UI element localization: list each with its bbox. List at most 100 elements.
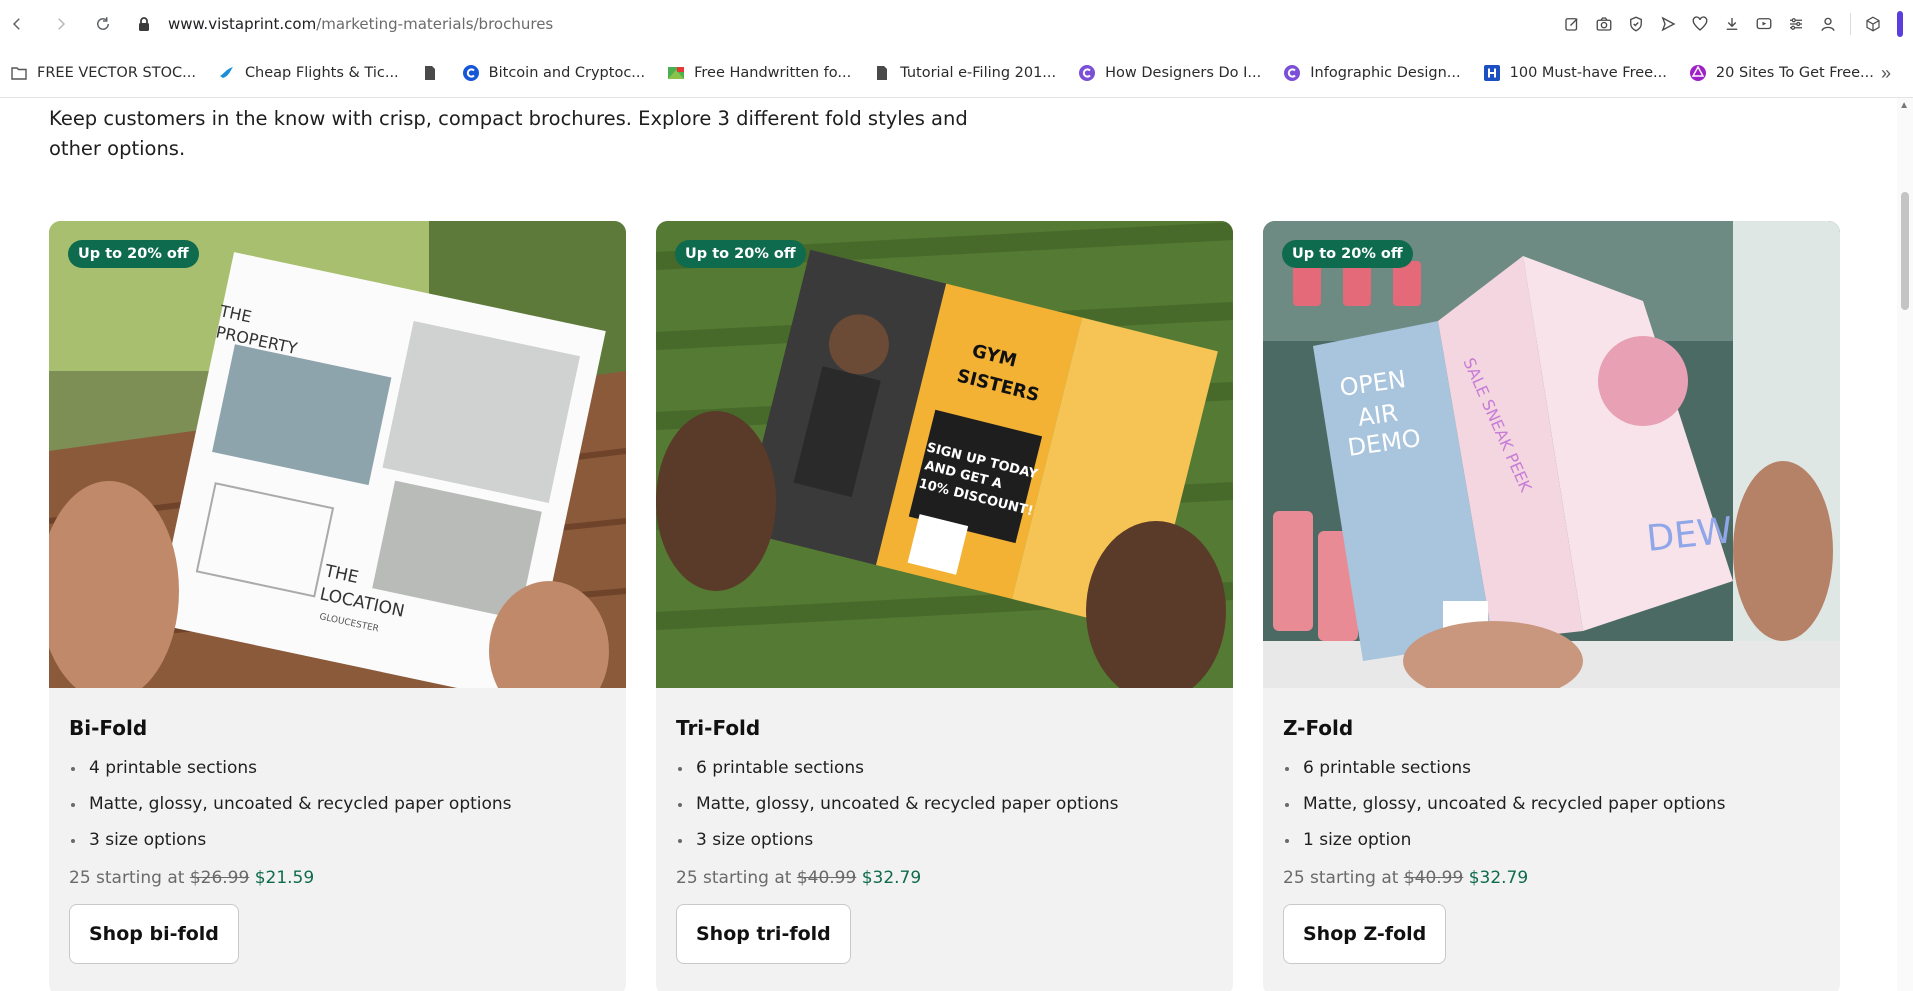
- original-price: $40.99: [796, 868, 857, 888]
- bookmark-label: Infographic Design...: [1310, 64, 1461, 81]
- discount-badge: Up to 20% off: [675, 240, 806, 268]
- url-host: www.vistaprint.com: [168, 15, 317, 33]
- feature-item: 3 size options: [676, 822, 1213, 858]
- bookmark-item[interactable]: Infographic Design...: [1283, 64, 1461, 82]
- product-card-trifold[interactable]: GYM SISTERS SIGN UP TODAY AND GET A 10% …: [656, 221, 1233, 991]
- send-icon[interactable]: [1652, 8, 1684, 40]
- bookmark-label: How Designers Do I...: [1105, 64, 1262, 81]
- bookmark-label: Bitcoin and Cryptoc...: [488, 64, 646, 81]
- toolbar-divider: [1850, 13, 1851, 35]
- scrollbar-thumb[interactable]: [1901, 192, 1909, 310]
- h-square-icon: [1483, 64, 1501, 82]
- bookmark-label: 100 Must-have Free...: [1509, 64, 1667, 81]
- original-price: $40.99: [1403, 868, 1464, 888]
- heart-icon[interactable]: [1684, 8, 1716, 40]
- product-card-bifold[interactable]: THE PROPERTY THE LOCATION GLOUCESTER Up …: [49, 221, 626, 991]
- product-image[interactable]: OPEN AIR DEMO SALE SNEAK PEEK DEW Up to …: [1263, 221, 1840, 688]
- price-prefix: 25 starting at: [676, 868, 792, 888]
- file-icon: [873, 64, 891, 82]
- discount-badge: Up to 20% off: [1282, 240, 1413, 268]
- bookmark-item[interactable]: Tutorial e-Filing 201...: [873, 64, 1056, 82]
- sidebar-toggle[interactable]: [1897, 11, 1903, 37]
- bookmark-label: FREE VECTOR STOC...: [37, 64, 196, 81]
- download-icon[interactable]: [1716, 8, 1748, 40]
- font-icon: [667, 64, 685, 82]
- sale-price: $32.79: [1468, 868, 1529, 888]
- c-circle-icon: [1283, 64, 1301, 82]
- bookmark-label: 20 Sites To Get Free...: [1715, 64, 1874, 81]
- bookmark-item[interactable]: 20 Sites To Get Free...: [1689, 64, 1874, 82]
- product-card-zfold[interactable]: OPEN AIR DEMO SALE SNEAK PEEK DEW Up to …: [1263, 221, 1840, 991]
- bookmark-item[interactable]: Bitcoin and Cryptoc...: [462, 64, 645, 82]
- product-image[interactable]: THE PROPERTY THE LOCATION GLOUCESTER Up …: [49, 221, 626, 688]
- file-icon: [421, 64, 439, 82]
- back-button[interactable]: [2, 9, 32, 39]
- trifold-brochure-photo: GYM SISTERS SIGN UP TODAY AND GET A 10% …: [656, 221, 1233, 688]
- shop-bifold-button[interactable]: Shop bi-fold: [69, 904, 239, 964]
- card-title: Tri-Fold: [676, 716, 761, 740]
- media-icon[interactable]: [1748, 8, 1780, 40]
- folder-icon: [10, 64, 28, 82]
- bird-icon: [218, 64, 236, 82]
- shield-check-icon[interactable]: [1620, 8, 1652, 40]
- edit-icon[interactable]: [1556, 8, 1588, 40]
- reload-icon: [97, 17, 109, 30]
- c-circle-icon: [462, 64, 480, 82]
- address-bar[interactable]: www.vistaprint.com/marketing-materials/b…: [136, 7, 553, 41]
- arrow-right-icon: [58, 18, 66, 30]
- discount-badge: Up to 20% off: [68, 240, 199, 268]
- settings-sliders-icon[interactable]: [1780, 8, 1812, 40]
- price-prefix: 25 starting at: [1283, 868, 1399, 888]
- page-content: Keep customers in the know with crisp, c…: [0, 98, 1913, 991]
- price-line: 25 starting at $40.99 $32.79: [1283, 868, 1820, 888]
- bookmark-item[interactable]: How Designers Do I...: [1078, 64, 1261, 82]
- scroll-up-arrow-icon[interactable]: ▲: [1899, 100, 1909, 111]
- card-title: Z-Fold: [1283, 716, 1354, 740]
- bookmark-item[interactable]: Free Handwritten fo...: [667, 64, 851, 82]
- price-prefix: 25 starting at: [69, 868, 185, 888]
- feature-item: 6 printable sections: [1283, 750, 1820, 786]
- product-image[interactable]: GYM SISTERS SIGN UP TODAY AND GET A 10% …: [656, 221, 1233, 688]
- lock-icon: [139, 17, 149, 31]
- bookmark-label: Tutorial e-Filing 201...: [900, 64, 1057, 81]
- browser-toolbar: www.vistaprint.com/marketing-materials/b…: [0, 0, 1913, 48]
- intro-text: Keep customers in the know with crisp, c…: [49, 107, 968, 160]
- bifold-brochure-photo: THE PROPERTY THE LOCATION GLOUCESTER: [49, 221, 626, 688]
- feature-item: 1 size option: [1283, 822, 1820, 858]
- shop-zfold-button[interactable]: Shop Z-fold: [1283, 904, 1447, 964]
- bookmarks-bar: FREE VECTOR STOC... Cheap Flights & Tic.…: [0, 48, 1913, 98]
- feature-item: 3 size options: [69, 822, 606, 858]
- c-circle-icon: [1078, 64, 1096, 82]
- toolbar-actions: [1556, 0, 1913, 48]
- feature-list: 6 printable sections Matte, glossy, unco…: [676, 750, 1213, 858]
- shop-trifold-button[interactable]: Shop tri-fold: [676, 904, 851, 964]
- bookmark-item[interactable]: FREE VECTOR STOC...: [10, 64, 196, 82]
- bookmark-item[interactable]: [421, 64, 448, 82]
- arrow-left-icon: [12, 18, 20, 30]
- sticker-icon: [1689, 64, 1707, 82]
- feature-item: Matte, glossy, uncoated & recycled paper…: [1283, 786, 1820, 822]
- bookmark-label: Free Handwritten fo...: [694, 64, 852, 81]
- sale-price: $32.79: [861, 868, 922, 888]
- vertical-scrollbar[interactable]: ▲: [1897, 98, 1913, 991]
- zfold-brochure-photo: OPEN AIR DEMO SALE SNEAK PEEK DEW: [1263, 221, 1840, 688]
- feature-list: 4 printable sections Matte, glossy, unco…: [69, 750, 606, 858]
- bookmark-item[interactable]: 100 Must-have Free...: [1483, 64, 1667, 82]
- chevron-double-right-icon[interactable]: »: [1881, 63, 1891, 84]
- feature-item: Matte, glossy, uncoated & recycled paper…: [676, 786, 1213, 822]
- card-title: Bi-Fold: [69, 716, 148, 740]
- bookmark-item[interactable]: Cheap Flights & Tic...: [218, 64, 399, 82]
- reload-button[interactable]: [88, 9, 118, 39]
- profile-icon[interactable]: [1812, 8, 1844, 40]
- price-line: 25 starting at $40.99 $32.79: [676, 868, 1213, 888]
- product-cards: THE PROPERTY THE LOCATION GLOUCESTER Up …: [49, 221, 1840, 991]
- feature-item: 4 printable sections: [69, 750, 606, 786]
- original-price: $26.99: [189, 868, 250, 888]
- cube-icon[interactable]: [1857, 8, 1889, 40]
- feature-item: 6 printable sections: [676, 750, 1213, 786]
- camera-icon[interactable]: [1588, 8, 1620, 40]
- forward-button[interactable]: [46, 9, 76, 39]
- price-line: 25 starting at $26.99 $21.59: [69, 868, 606, 888]
- bookmark-label: Cheap Flights & Tic...: [244, 64, 399, 81]
- feature-list: 6 printable sections Matte, glossy, unco…: [1283, 750, 1820, 858]
